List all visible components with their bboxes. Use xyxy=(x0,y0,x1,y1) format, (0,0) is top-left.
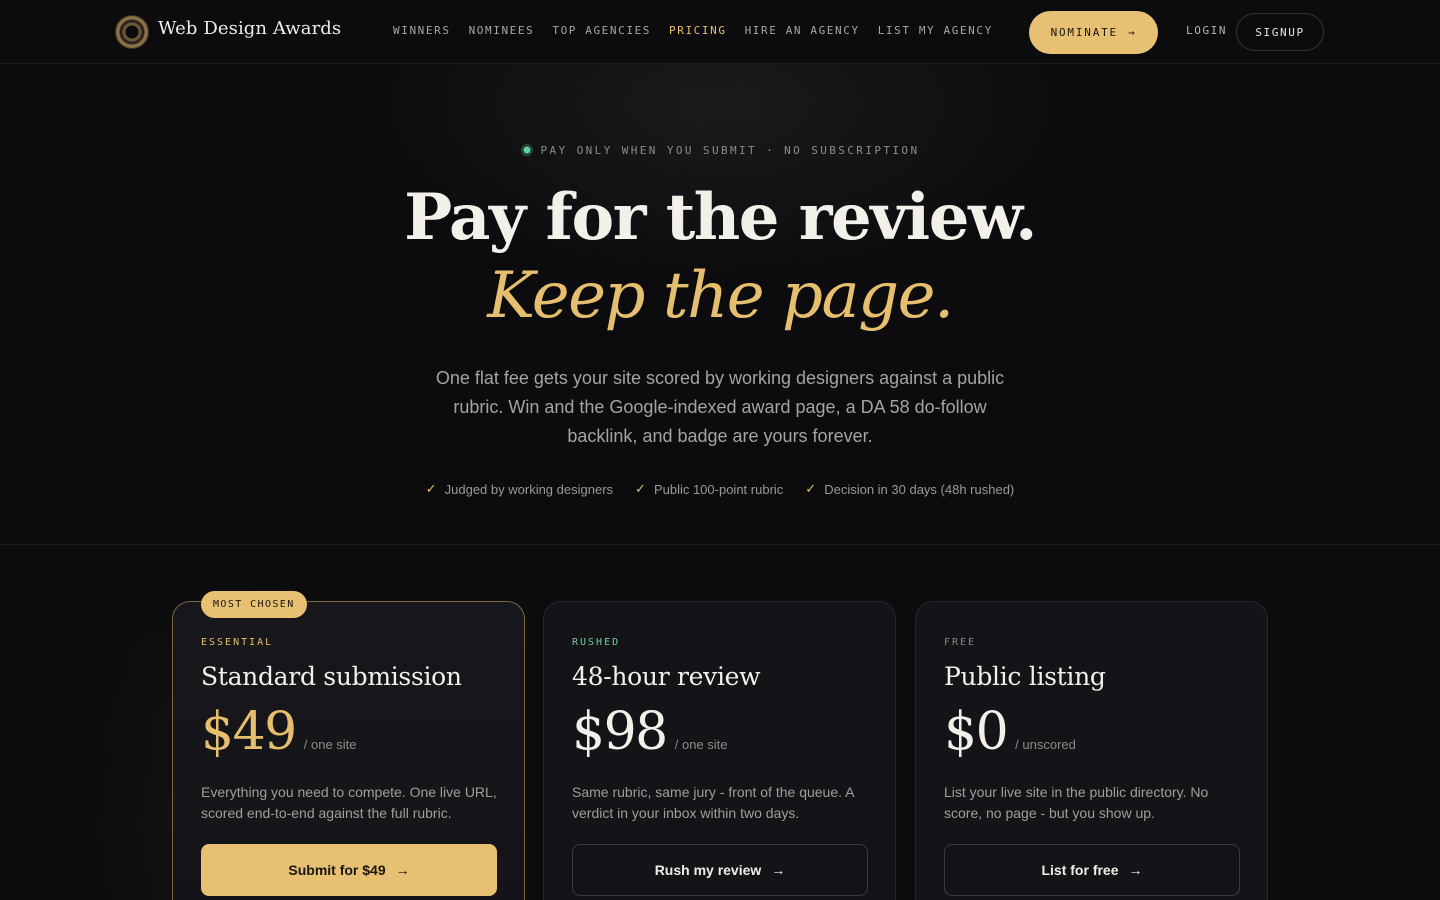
nav-link-winners[interactable]: WINNERS xyxy=(393,24,451,37)
hero-checklist: ✓ Judged by working designers ✓ Public 1… xyxy=(0,481,1440,497)
plan-price-unit: / one site xyxy=(674,737,728,752)
plan-price-unit: / unscored xyxy=(1015,737,1076,752)
list-free-button[interactable]: List for free → xyxy=(944,844,1240,896)
nav-link-list-my-agency[interactable]: LIST MY AGENCY xyxy=(878,24,993,37)
check-item: ✓ Decision in 30 days (48h rushed) xyxy=(805,481,1014,497)
plan-price-unit: / one site xyxy=(303,737,357,752)
plan-price: $0 xyxy=(944,702,1009,762)
plan-price-row: $98 / one site xyxy=(572,702,728,762)
submit-button-label: Submit for $49 xyxy=(288,862,386,878)
rush-review-button-label: Rush my review xyxy=(654,862,762,878)
section-divider xyxy=(0,544,1440,545)
login-link[interactable]: LOGIN xyxy=(1186,24,1227,37)
list-free-button-label: List for free xyxy=(1041,862,1119,878)
arrow-right-icon: → xyxy=(395,862,410,878)
nav-link-pricing[interactable]: PRICING xyxy=(669,24,727,37)
nav-link-nominees[interactable]: NOMINEES xyxy=(469,24,535,37)
rush-review-button[interactable]: Rush my review → xyxy=(572,844,868,896)
plan-price: $49 xyxy=(201,702,297,762)
arrow-right-icon: → xyxy=(1127,26,1137,39)
check-item: ✓ Public 100-point rubric xyxy=(635,481,783,497)
plan-price-row: $49 / one site xyxy=(201,702,357,762)
plan-title: 48-hour review xyxy=(572,662,761,691)
plan-tier: FREE xyxy=(944,637,977,648)
check-item: ✓ Judged by working designers xyxy=(426,481,613,497)
nav-link-top-agencies[interactable]: TOP AGENCIES xyxy=(552,24,651,37)
checkmark-icon: ✓ xyxy=(425,481,437,496)
hero-eyebrow-text: PAY ONLY WHEN YOU SUBMIT · NO SUBSCRIPTI… xyxy=(540,144,920,157)
nav-links: WINNERS NOMINEES TOP AGENCIES PRICING HI… xyxy=(393,24,1011,37)
status-dot-icon xyxy=(520,144,533,156)
plan-tier: ESSENTIAL xyxy=(201,637,274,648)
brand-name[interactable]: Web Design Awards xyxy=(158,18,341,39)
brand-logo-icon[interactable] xyxy=(116,16,148,48)
plan-price-row: $0 / unscored xyxy=(944,702,1076,762)
signup-button[interactable]: SIGNUP xyxy=(1236,13,1324,51)
plan-title: Standard submission xyxy=(201,662,462,691)
plan-price: $98 xyxy=(572,702,668,762)
plan-description: Everything you need to compete. One live… xyxy=(201,784,497,821)
most-chosen-badge: MOST CHOSEN xyxy=(201,591,307,618)
hero-title: Pay for the review. xyxy=(404,180,1037,255)
check-label: Decision in 30 days (48h rushed) xyxy=(824,481,1015,497)
plan-card-standard: MOST CHOSEN ESSENTIAL Standard submissio… xyxy=(172,591,525,900)
check-label: Judged by working designers xyxy=(444,481,614,497)
plan-description: Same rubric, same jury - front of the qu… xyxy=(572,784,854,821)
submit-button[interactable]: Submit for $49 → xyxy=(201,844,497,896)
top-nav: Web Design Awards WINNERS NOMINEES TOP A… xyxy=(0,0,1440,64)
check-label: Public 100-point rubric xyxy=(653,481,784,497)
checkmark-icon: ✓ xyxy=(805,481,817,496)
hero-eyebrow: PAY ONLY WHEN YOU SUBMIT · NO SUBSCRIPTI… xyxy=(0,144,1440,157)
plan-title: Public listing xyxy=(944,662,1106,691)
nav-link-hire-an-agency[interactable]: HIRE AN AGENCY xyxy=(745,24,860,37)
plan-card-rushed: RUSHED 48-hour review $98 / one site Sam… xyxy=(543,601,896,900)
plan-description: List your live site in the public direct… xyxy=(944,784,1209,821)
arrow-right-icon: → xyxy=(771,862,786,878)
plan-card-free: FREE Public listing $0 / unscored List y… xyxy=(915,601,1268,900)
nominate-label: NOMINATE xyxy=(1050,26,1118,39)
plan-tier: RUSHED xyxy=(572,637,621,648)
nominate-button[interactable]: NOMINATE → xyxy=(1029,11,1158,54)
checkmark-icon: ✓ xyxy=(635,481,646,496)
hero-lead: One flat fee gets your site scored by wo… xyxy=(435,368,1005,446)
arrow-right-icon: → xyxy=(1128,862,1143,878)
hero-title-italic: Keep the page. xyxy=(487,259,954,333)
